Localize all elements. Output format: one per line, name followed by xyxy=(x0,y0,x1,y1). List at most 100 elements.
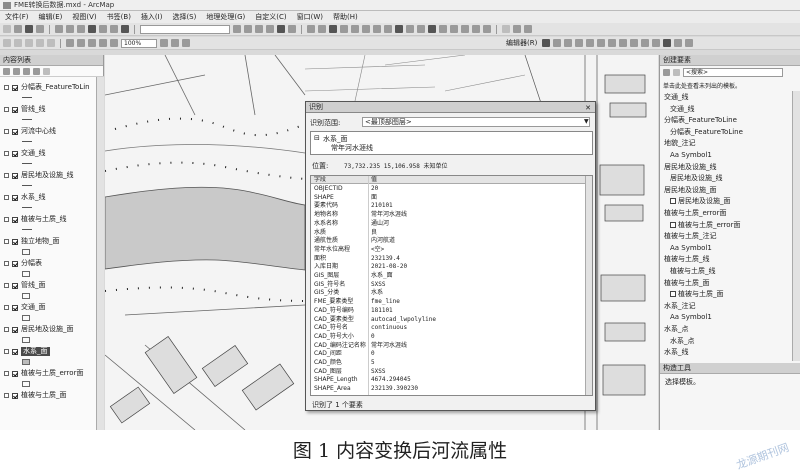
template-item[interactable]: 居民地及设施_面 xyxy=(678,197,731,206)
menu-customize[interactable]: 自定义(C) xyxy=(250,11,291,23)
select-elements-icon[interactable] xyxy=(417,25,425,33)
zoom-out-icon[interactable] xyxy=(318,25,326,33)
template-item[interactable]: 交通_线 xyxy=(664,93,689,102)
layer-visibility-checkbox[interactable] xyxy=(12,238,18,245)
attribute-row[interactable]: OBJECTID 20 xyxy=(311,185,592,193)
print-icon[interactable] xyxy=(36,25,44,33)
attribute-row[interactable]: CAD_间距 0 xyxy=(311,350,592,358)
straight-segment-icon[interactable] xyxy=(564,39,573,47)
attribute-row[interactable]: 常年水位高程 <空> xyxy=(311,246,592,254)
layout-pan-icon[interactable] xyxy=(88,39,96,47)
zoom-in-icon[interactable] xyxy=(307,25,315,33)
list-by-visibility-icon[interactable] xyxy=(23,68,30,75)
template-item[interactable]: 植被与土质_线 xyxy=(664,255,710,264)
options-icon[interactable] xyxy=(43,68,50,75)
layout-zoom-out-icon[interactable] xyxy=(77,39,85,47)
menu-geoprocessing[interactable]: 地理处理(G) xyxy=(201,11,250,23)
layer-visibility-checkbox[interactable] xyxy=(12,326,18,333)
arctoolbox-icon[interactable] xyxy=(277,25,285,33)
layer-visibility-checkbox[interactable] xyxy=(12,348,18,355)
attribute-row[interactable]: CAD_要素类型 autocad_lwpolyline xyxy=(311,316,592,324)
layout-zoom-in-icon[interactable] xyxy=(66,39,74,47)
attribute-row[interactable]: 水质 良 xyxy=(311,229,592,237)
layer-visibility-checkbox[interactable] xyxy=(12,172,18,179)
expand-icon[interactable] xyxy=(4,217,9,222)
template-item[interactable]: 居民地及设施_线 xyxy=(670,174,723,183)
expand-icon[interactable] xyxy=(4,129,9,134)
attribute-row[interactable]: CAD_符号编码 181101 xyxy=(311,307,592,315)
template-item[interactable]: Aa Symbol1 xyxy=(670,151,712,160)
goto-xy-icon[interactable] xyxy=(524,25,532,33)
new-icon[interactable] xyxy=(3,25,11,33)
toc-layer[interactable]: 居民地及设施_线 xyxy=(4,171,74,180)
expand-icon[interactable] xyxy=(4,239,9,244)
scale-combo[interactable] xyxy=(140,24,230,34)
python-icon[interactable] xyxy=(288,25,296,33)
expand-icon[interactable] xyxy=(4,283,9,288)
template-item[interactable]: 水系_线 xyxy=(664,348,689,357)
attribute-row[interactable]: CAD_编码注记名称 常年河水涯线 xyxy=(311,342,592,350)
template-search-input[interactable]: <搜索> xyxy=(683,68,783,77)
attributes-icon[interactable] xyxy=(663,39,672,47)
edit-tool-icon[interactable] xyxy=(542,39,551,47)
full-extent-icon[interactable] xyxy=(340,25,348,33)
fixed-zoom-out-icon[interactable] xyxy=(362,25,370,33)
attribute-row[interactable]: CAD_图层 SXSS xyxy=(311,368,592,376)
toc-layer[interactable]: 水系_线 xyxy=(4,193,46,202)
pan-icon[interactable] xyxy=(329,25,337,33)
toc-layer[interactable]: 植被与土质_error面 xyxy=(4,369,83,378)
zoom-percent-combo[interactable]: 100% xyxy=(121,38,157,48)
attribute-row[interactable]: SHAPE 面 xyxy=(311,194,592,202)
reshape-icon[interactable] xyxy=(619,39,628,47)
identify-icon[interactable] xyxy=(428,25,436,33)
html-popup-icon[interactable] xyxy=(472,25,480,33)
cut-icon[interactable] xyxy=(55,25,63,33)
template-item[interactable]: 植被与土质_注记 xyxy=(664,232,717,241)
tree-child-item[interactable]: 常年河水涯线 xyxy=(331,143,373,153)
toggle-draft-icon[interactable] xyxy=(160,39,168,47)
template-item[interactable]: Aa Symbol1 xyxy=(670,244,712,253)
expand-icon[interactable] xyxy=(4,85,9,90)
toc-layer[interactable]: 居民地及设施_面 xyxy=(4,325,74,334)
toc-layer[interactable]: 分幅表_FeatureToLin xyxy=(4,83,90,92)
template-item[interactable]: 植被与土质_面 xyxy=(678,290,724,299)
template-item[interactable]: 分幅表_FeatureToLine xyxy=(670,128,743,137)
attribute-row[interactable]: CAD_颜色 5 xyxy=(311,359,592,367)
redo-icon[interactable] xyxy=(110,25,118,33)
toc-layer[interactable]: 独立地物_面 xyxy=(4,237,60,246)
search-window-icon[interactable] xyxy=(266,25,274,33)
edit-annotation-icon[interactable] xyxy=(553,39,562,47)
expand-icon[interactable] xyxy=(4,107,9,112)
template-item[interactable]: 分幅表_FeatureToLine xyxy=(664,116,737,125)
snap-point-icon[interactable] xyxy=(14,39,22,47)
toc-layer[interactable]: 河流中心线 xyxy=(4,127,56,136)
layer-visibility-checkbox[interactable] xyxy=(12,216,18,223)
hyperlink-icon[interactable] xyxy=(461,25,469,33)
list-by-drawing-order-icon[interactable] xyxy=(3,68,10,75)
point-icon[interactable] xyxy=(597,39,606,47)
layer-visibility-checkbox[interactable] xyxy=(12,260,18,267)
rotate-icon[interactable] xyxy=(652,39,661,47)
menu-selection[interactable]: 选择(S) xyxy=(167,11,201,23)
layout-icon[interactable] xyxy=(502,25,510,33)
split-icon[interactable] xyxy=(641,39,650,47)
cut-polygons-icon[interactable] xyxy=(630,39,639,47)
layout-zoom-100-icon[interactable] xyxy=(110,39,118,47)
toc-layer-selected[interactable]: 水系_面 xyxy=(4,347,50,356)
attribute-row[interactable]: 水系名称 通山河 xyxy=(311,220,592,228)
template-item[interactable]: 水系_注记 xyxy=(664,302,696,311)
layer-visibility-checkbox[interactable] xyxy=(12,392,18,399)
menu-view[interactable]: 视图(V) xyxy=(67,11,101,23)
toc-layer[interactable]: 分幅表 xyxy=(4,259,42,268)
edit-vertices-icon[interactable] xyxy=(608,39,617,47)
template-item[interactable]: Aa Symbol1 xyxy=(670,313,712,322)
sketch-properties-icon[interactable] xyxy=(674,39,683,47)
select-features-icon[interactable] xyxy=(395,25,403,33)
layer-visibility-checkbox[interactable] xyxy=(12,106,18,113)
expand-icon[interactable] xyxy=(4,151,9,156)
expand-icon[interactable] xyxy=(4,349,9,354)
river-polygon[interactable] xyxy=(105,186,306,271)
toc-layer[interactable]: 交通_线 xyxy=(4,149,46,158)
expand-icon[interactable] xyxy=(4,327,9,332)
find-icon[interactable] xyxy=(439,25,447,33)
